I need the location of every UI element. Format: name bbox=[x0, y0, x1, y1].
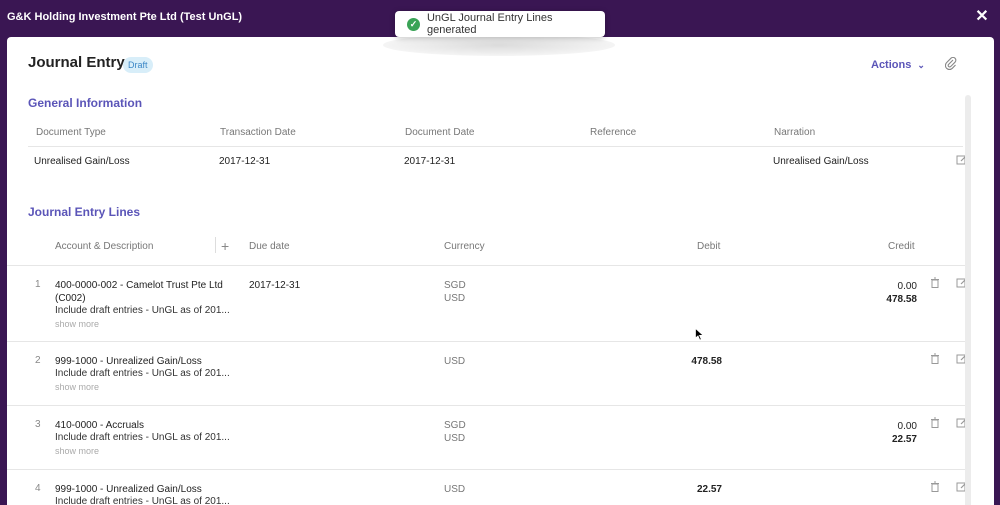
account-name: 410-0000 - Accruals bbox=[55, 420, 144, 431]
row-number: 1 bbox=[35, 279, 41, 290]
currency: SGD bbox=[444, 420, 466, 431]
page-title: Journal Entry bbox=[28, 54, 125, 71]
mouse-cursor-icon bbox=[695, 327, 704, 344]
account-name: 999-1000 - Unrealized Gain/Loss bbox=[55, 356, 202, 367]
header-document-type: Document Type bbox=[36, 127, 106, 138]
paperclip-icon[interactable] bbox=[944, 56, 959, 71]
show-more-link[interactable]: show more bbox=[55, 319, 99, 329]
header-reference: Reference bbox=[590, 127, 637, 138]
chevron-down-icon: ⌄ bbox=[917, 60, 925, 70]
line-description: Include draft entries - UnGL as of 201..… bbox=[55, 432, 230, 443]
document-type-value: Unrealised Gain/Loss bbox=[34, 156, 130, 167]
show-more-link[interactable]: show more bbox=[55, 446, 99, 456]
add-line-icon[interactable]: + bbox=[221, 238, 229, 254]
credit-amount: 478.58 bbox=[886, 294, 917, 305]
trash-icon[interactable] bbox=[930, 417, 942, 429]
debit-amount: 22.57 bbox=[696, 484, 722, 495]
check-circle-icon: ✓ bbox=[407, 17, 420, 31]
account-name: 999-1000 - Unrealized Gain/Loss bbox=[55, 484, 202, 495]
header-credit: Credit bbox=[888, 241, 915, 252]
vertical-scrollbar[interactable] bbox=[965, 95, 971, 505]
header-transaction-date: Transaction Date bbox=[220, 127, 296, 138]
line-description: Include draft entries - UnGL as of 201..… bbox=[55, 368, 230, 379]
account-name: 400-0000-002 - Camelot Trust Pte Ltd (C0… bbox=[55, 280, 223, 304]
currency: USD bbox=[444, 433, 466, 444]
credit-amount: 22.57 bbox=[891, 434, 917, 445]
divider bbox=[7, 469, 965, 470]
window-title: G&K Holding Investment Pte Ltd (Test UnG… bbox=[7, 11, 243, 23]
credit-amount: 0.00 bbox=[897, 281, 917, 292]
toast-shadow bbox=[383, 34, 615, 56]
due-date: 2017-12-31 bbox=[249, 280, 301, 291]
debit-amount: 478.58 bbox=[691, 356, 722, 367]
journal-entry-panel: Journal Entry Draft Actions ⌄ General Inf… bbox=[7, 37, 994, 505]
divider bbox=[28, 146, 963, 147]
currency: USD bbox=[444, 484, 466, 495]
trash-icon[interactable] bbox=[930, 353, 942, 365]
credit-amount: 0.00 bbox=[897, 421, 917, 432]
currency: USD bbox=[444, 293, 466, 304]
actions-label: Actions bbox=[871, 59, 912, 71]
divider bbox=[7, 265, 965, 266]
divider bbox=[7, 341, 965, 342]
document-date-value: 2017-12-31 bbox=[404, 156, 456, 167]
narration-value: Unrealised Gain/Loss bbox=[773, 156, 869, 167]
currency: USD bbox=[444, 356, 466, 367]
header-document-date: Document Date bbox=[405, 127, 475, 138]
close-icon[interactable]: ✕ bbox=[972, 7, 992, 27]
row-number: 4 bbox=[35, 483, 41, 494]
journal-entry-lines-title: Journal Entry Lines bbox=[28, 205, 141, 219]
line-description: Include draft entries - UnGL as of 201..… bbox=[55, 305, 230, 316]
actions-dropdown-button[interactable]: Actions ⌄ bbox=[871, 59, 925, 71]
line-description: Include draft entries - UnGL as of 201..… bbox=[55, 496, 230, 505]
transaction-date-value: 2017-12-31 bbox=[219, 156, 271, 167]
show-more-link[interactable]: show more bbox=[55, 382, 99, 392]
header-due-date: Due date bbox=[249, 241, 290, 252]
header-debit: Debit bbox=[697, 241, 721, 252]
header-account-description: Account & Description bbox=[55, 241, 154, 252]
general-information-title: General Information bbox=[28, 96, 143, 110]
trash-icon[interactable] bbox=[930, 481, 942, 493]
success-toast: ✓ UnGL Journal Entry Lines generated bbox=[395, 11, 605, 37]
toast-message: UnGL Journal Entry Lines generated bbox=[426, 12, 553, 36]
trash-icon[interactable] bbox=[930, 277, 942, 289]
row-number: 2 bbox=[35, 355, 41, 366]
row-number: 3 bbox=[35, 419, 41, 430]
currency: SGD bbox=[444, 280, 466, 291]
header-currency: Currency bbox=[444, 241, 485, 252]
status-badge: Draft bbox=[123, 57, 153, 73]
column-separator bbox=[215, 237, 216, 253]
divider bbox=[7, 405, 965, 406]
header-narration: Narration bbox=[774, 127, 816, 138]
